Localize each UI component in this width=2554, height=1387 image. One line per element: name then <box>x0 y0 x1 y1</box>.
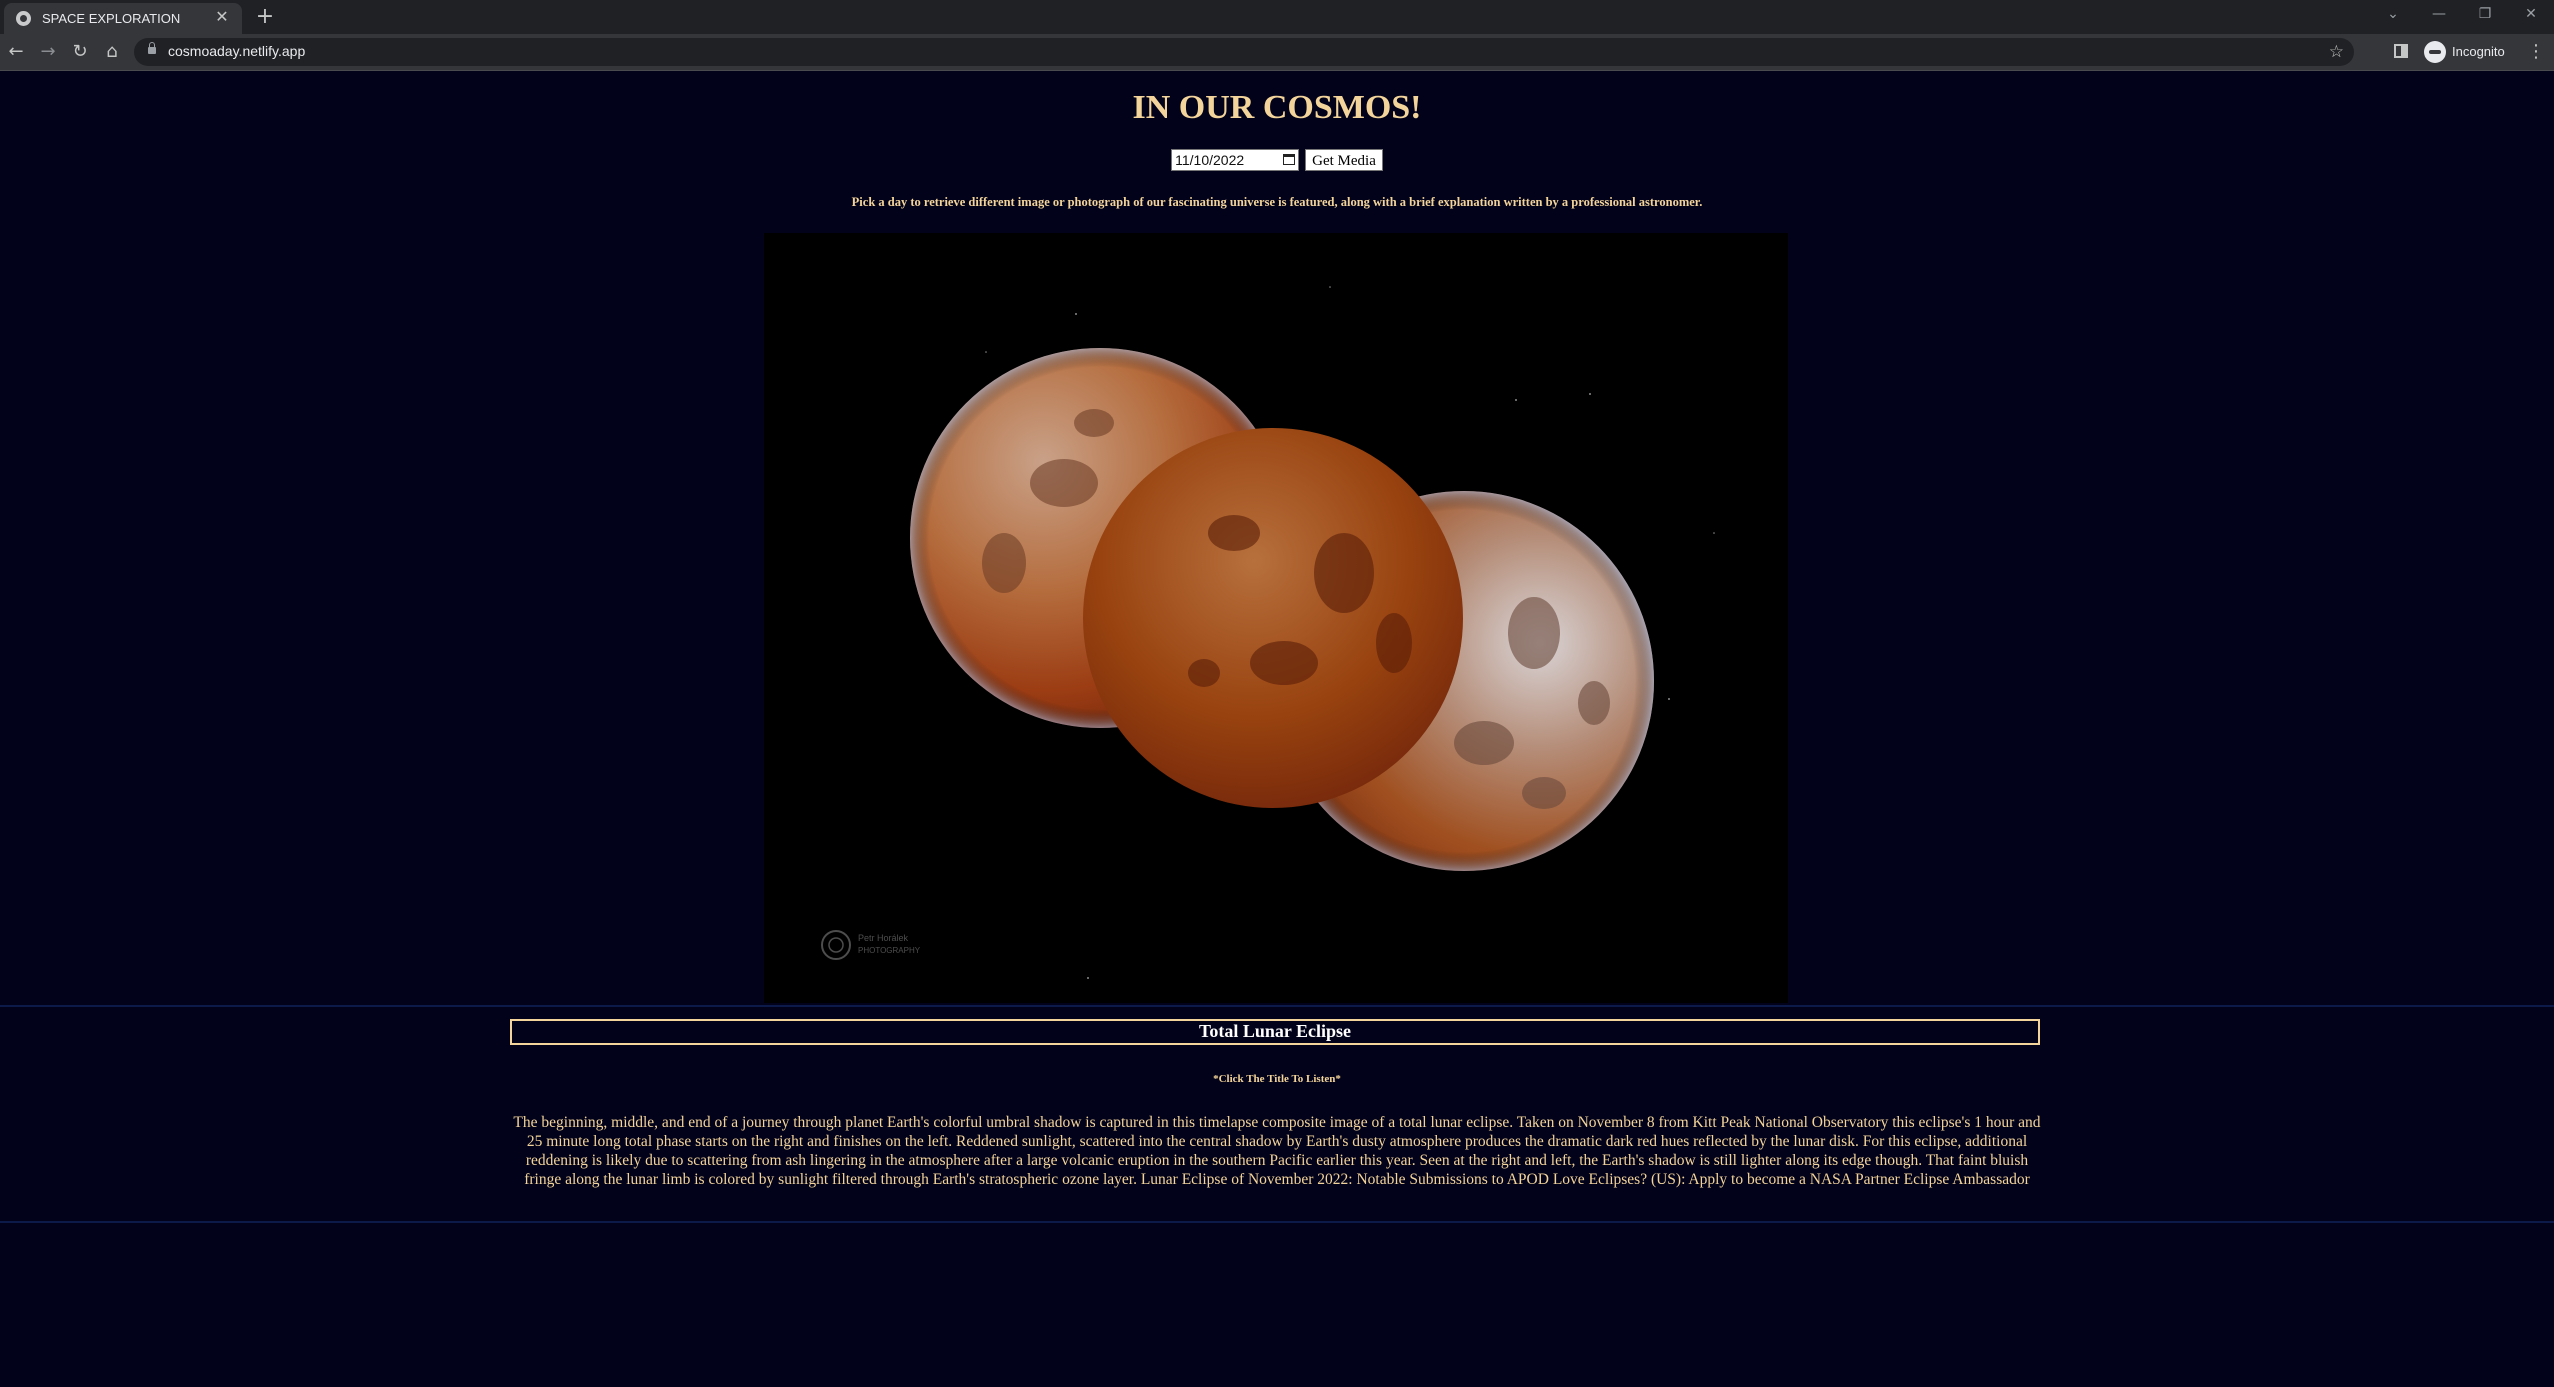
incognito-icon[interactable] <box>2424 41 2446 63</box>
get-media-button[interactable]: Get Media <box>1305 149 1383 171</box>
profile-label[interactable]: Incognito <box>2452 44 2505 59</box>
minimize-icon[interactable]: — <box>2416 0 2462 30</box>
listen-hint: *Click The Title To Listen* <box>1213 1073 1341 1085</box>
apod-title-button[interactable]: Total Lunar Eclipse <box>510 1019 2040 1045</box>
home-icon[interactable]: ⌂ <box>98 38 126 66</box>
new-tab-icon[interactable]: + <box>252 4 278 30</box>
svg-text:PHOTOGRAPHY: PHOTOGRAPHY <box>858 946 921 955</box>
page-title: IN OUR COSMOS! <box>1132 89 1422 126</box>
tab-title: SPACE EXPLORATION <box>42 11 181 26</box>
calendar-icon[interactable] <box>1283 154 1296 165</box>
close-icon[interactable]: ✕ <box>2508 0 2554 30</box>
bookmark-star-icon[interactable]: ☆ <box>2329 42 2344 62</box>
explanation-panel: Total Lunar Eclipse *Click The Title To … <box>0 1005 2554 1223</box>
reload-icon[interactable]: ↻ <box>66 38 94 66</box>
browser-tab-strip: SPACE EXPLORATION ✕ + ⌄ — ❐ ✕ <box>0 0 2554 34</box>
svg-text:Petr Horálek: Petr Horálek <box>858 933 909 943</box>
lock-icon <box>148 42 156 54</box>
chevron-down-icon[interactable]: ⌄ <box>2370 0 2416 30</box>
address-bar[interactable]: cosmoaday.netlify.app ☆ <box>134 38 2354 66</box>
date-value: 11/10/2022 <box>1175 152 1245 168</box>
back-icon[interactable]: ← <box>2 38 30 66</box>
tab-close-icon[interactable]: ✕ <box>212 8 232 28</box>
url-text: cosmoaday.netlify.app <box>168 43 306 59</box>
restore-icon[interactable]: ❐ <box>2462 0 2508 30</box>
browser-tab[interactable]: SPACE EXPLORATION ✕ <box>4 3 242 34</box>
date-controls: 11/10/2022 Get Media <box>0 149 2554 171</box>
page-viewport: IN OUR COSMOS! 11/10/2022 Get Media Pick… <box>0 71 2554 1387</box>
eclipse-moon-middle <box>1083 428 1463 808</box>
intro-text: Pick a day to retrieve different image o… <box>851 195 1703 209</box>
apod-image: Petr Horálek PHOTOGRAPHY <box>764 233 1788 1003</box>
apod-explanation: The beginning, middle, and end of a jour… <box>513 1114 2041 1188</box>
forward-icon[interactable]: → <box>34 38 62 66</box>
browser-toolbar: ← → ↻ ⌂ cosmoaday.netlify.app ☆ Incognit… <box>0 34 2554 71</box>
globe-icon <box>16 11 31 26</box>
date-input[interactable]: 11/10/2022 <box>1171 149 1300 171</box>
side-panel-icon[interactable] <box>2394 44 2408 58</box>
kebab-menu-icon[interactable]: ⋮ <box>2526 38 2546 66</box>
